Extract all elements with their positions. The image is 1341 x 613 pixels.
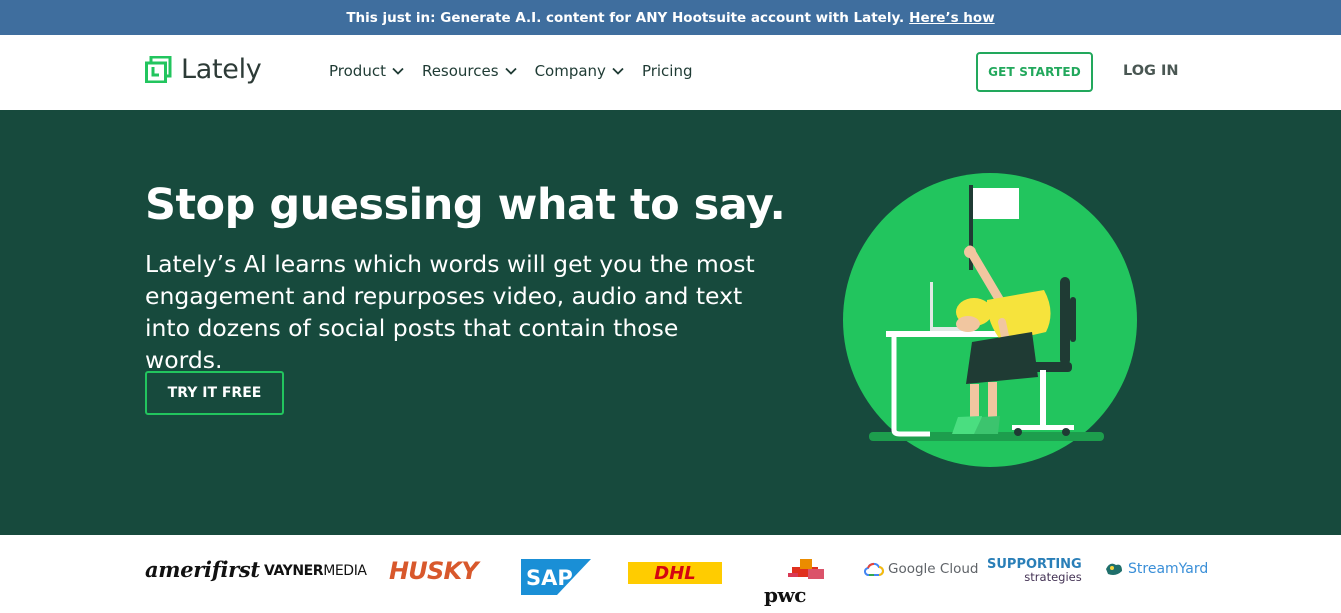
chevron-down-icon	[504, 67, 517, 75]
menu-item-pricing[interactable]: Pricing	[642, 62, 693, 80]
menu-label: Resources	[421, 62, 499, 80]
chevron-down-icon	[392, 67, 404, 75]
main-menu: Product Resources Company Pricing	[329, 62, 693, 80]
hero-section: Stop guessing what to say. Lately’s AI l…	[0, 110, 1341, 535]
lately-logo[interactable]: Lately	[145, 54, 262, 85]
client-logos-strip: amerifirst VAYNERMEDIA HUSKY SAP DHL pwc…	[0, 535, 1341, 613]
pwc-logo: pwc	[764, 557, 826, 609]
hero-illustration	[843, 173, 1137, 467]
lately-logo-icon	[145, 56, 172, 83]
menu-item-company[interactable]: Company	[535, 62, 624, 80]
menu-label: Product	[329, 62, 386, 80]
pwc-mark-icon	[788, 559, 824, 579]
announcement-text: This just in: Generate A.I. content for …	[346, 9, 905, 26]
chevron-down-icon	[612, 67, 624, 75]
announcement-bar: This just in: Generate A.I. content for …	[0, 0, 1341, 35]
menu-item-product[interactable]: Product	[329, 62, 404, 80]
announcement-link[interactable]: Here’s how	[909, 10, 995, 26]
menu-label: Pricing	[641, 62, 693, 80]
get-started-button[interactable]: GET STARTED	[976, 52, 1093, 92]
streamyard-logo: StreamYard	[1104, 561, 1208, 577]
husky-logo: HUSKY	[389, 557, 479, 585]
amerifirst-logo: amerifirst	[145, 557, 260, 582]
streamyard-text: StreamYard	[1128, 561, 1209, 577]
sap-logo: SAP	[521, 559, 591, 595]
streamyard-icon	[1106, 563, 1122, 575]
dhl-text: DHL	[654, 563, 695, 584]
dhl-logo: DHL	[628, 562, 722, 584]
media-text: MEDIA	[323, 563, 367, 579]
pwc-text: pwc	[764, 583, 806, 607]
login-link[interactable]: LOG IN	[1123, 63, 1179, 79]
sap-text: SAP	[526, 566, 573, 590]
top-nav: Lately Product Resources Company Pricing…	[0, 35, 1341, 110]
logo-text: Lately	[181, 54, 262, 85]
google-cloud-icon	[864, 562, 884, 576]
supporting-strategies-logo: SUPPORTING strategies	[987, 558, 1082, 584]
vayner-text: VAYNER	[264, 563, 324, 579]
menu-item-resources[interactable]: Resources	[422, 62, 517, 80]
strategies-text: strategies	[1024, 570, 1082, 584]
vaynermedia-logo: VAYNERMEDIA	[264, 563, 367, 579]
google-cloud-text: Google Cloud	[888, 561, 979, 577]
hero-body: Lately’s AI learns which words will get …	[145, 250, 755, 374]
google-cloud-logo: Google Cloud	[864, 561, 978, 577]
menu-label: Company	[534, 62, 606, 80]
try-it-free-button[interactable]: TRY IT FREE	[145, 371, 284, 415]
hero-headline: Stop guessing what to say.	[145, 180, 786, 230]
